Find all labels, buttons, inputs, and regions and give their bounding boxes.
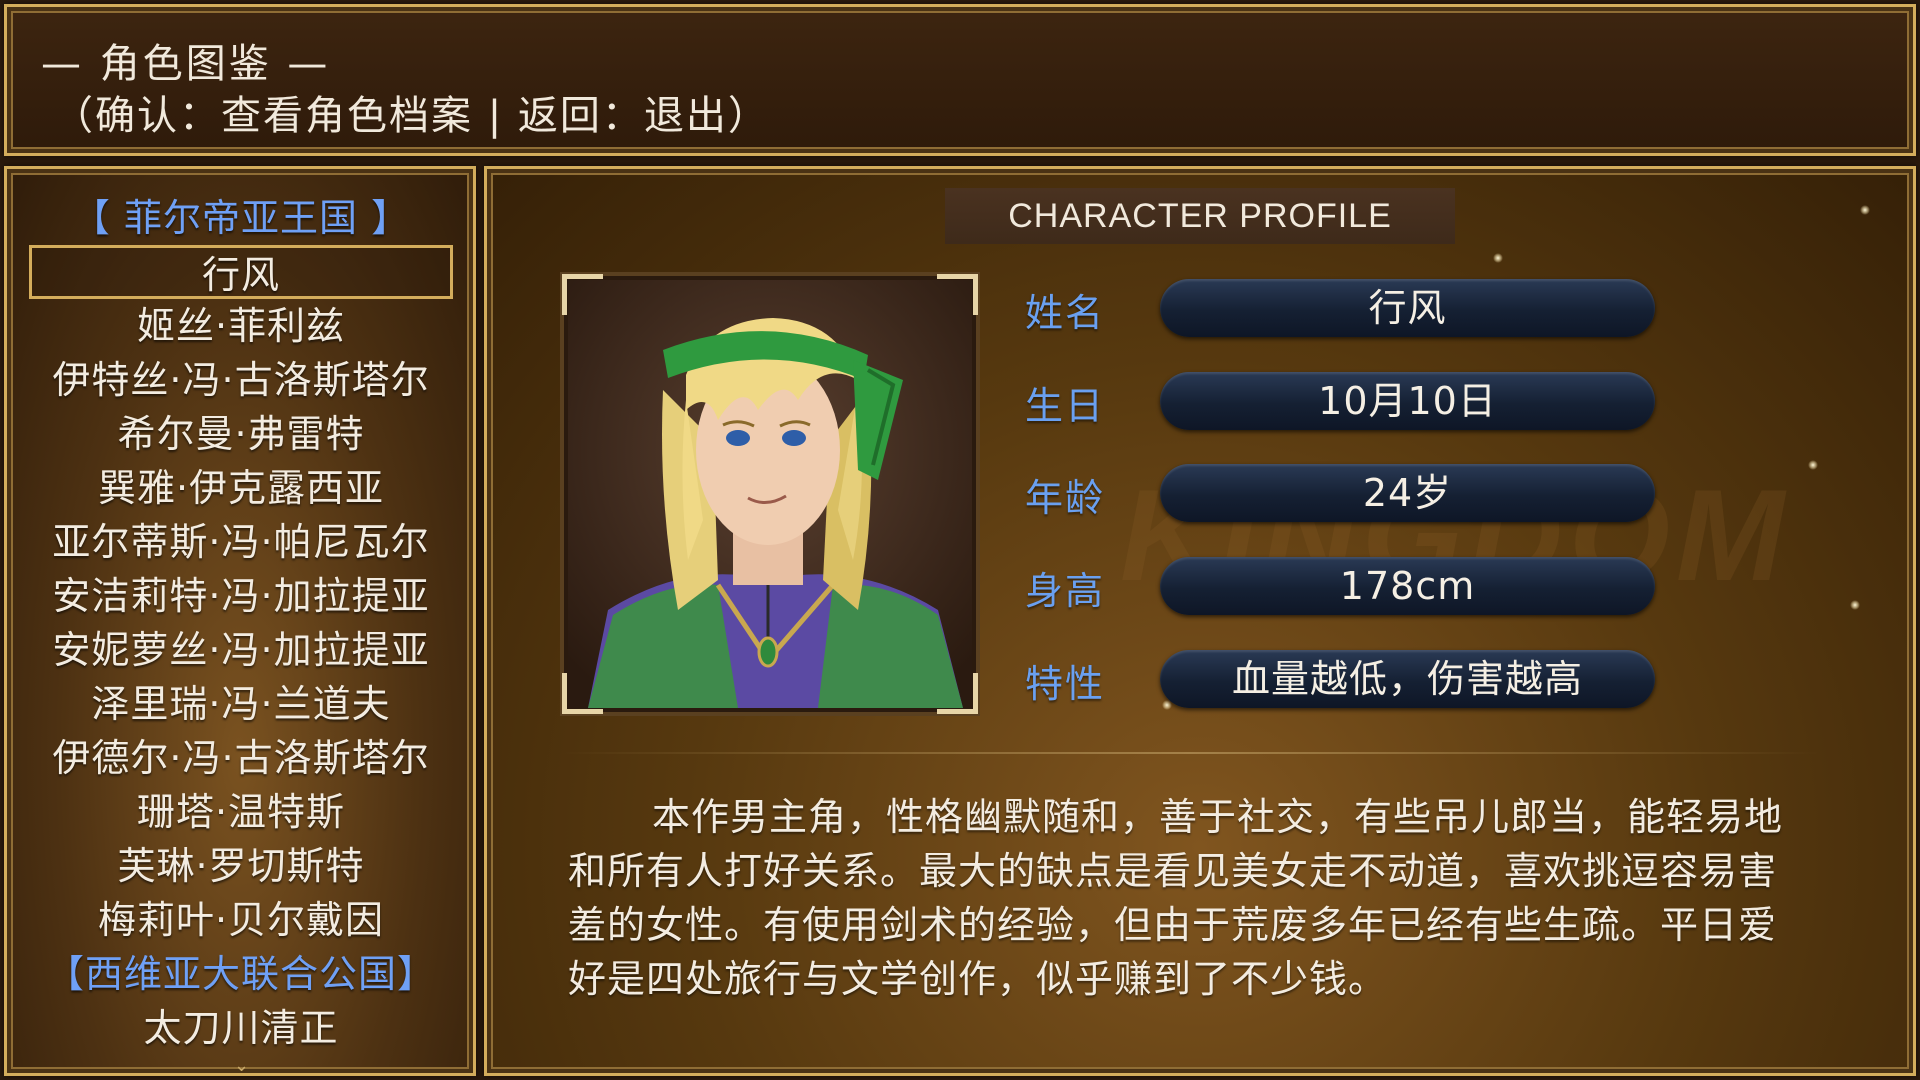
field-value-height: 178cm [1160,557,1655,615]
character-list-item[interactable]: 泽里瑞·冯·兰道夫 [21,677,461,731]
profile-divider [560,752,1820,754]
field-value-age: 24岁 [1160,464,1655,522]
header-panel: — 角色图鉴 — （确认：查看角色档案 | 返回：退出） [4,4,1916,156]
portrait-corner [937,274,978,315]
character-list-item[interactable]: 伊特丝·冯·古洛斯塔尔 [21,353,461,407]
character-list-item[interactable]: 珊塔·温特斯 [21,785,461,839]
portrait-corner [562,274,603,315]
field-label-age: 年龄 [1025,476,1106,520]
sparkle-decoration [1493,253,1503,263]
field-label-trait: 特性 [1025,662,1106,706]
character-list-item[interactable]: 伊德尔·冯·古洛斯塔尔 [21,731,461,785]
character-list-item[interactable]: 巽雅·伊克露西亚 [21,461,461,515]
field-value-birthday: 10月10日 [1160,372,1655,430]
screen-title: — 角色图鉴 — [41,41,331,87]
sparkle-decoration [1860,205,1870,215]
portrait-corner [937,673,978,714]
sparkle-decoration [1850,600,1860,610]
character-list-item[interactable]: 安洁莉特·冯·加拉提亚 [21,569,461,623]
character-portrait-art [568,280,972,708]
chevron-down-icon[interactable]: ⌄ [234,1055,249,1076]
character-list-item[interactable]: 梅莉叶·贝尔戴因 [21,893,461,947]
character-list: 【 菲尔帝亚王国 】行风 姬丝·菲利兹 伊特丝·冯·古洛斯塔尔 希尔曼·弗雷特 巽雅·伊… [21,191,461,1055]
character-list-item[interactable]: 安妮萝丝·冯·加拉提亚 [21,623,461,677]
portrait-corner [562,673,603,714]
list-group-header: 【 菲尔帝亚王国 】 [71,196,411,240]
character-list-item[interactable]: 姬丝·菲利兹 [21,299,461,353]
profile-tab: CHARACTER PROFILE [945,188,1455,244]
list-group-header: 【西维亚大联合公国】 [45,952,436,996]
field-value-trait: 血量越低，伤害越高 [1160,650,1655,708]
sparkle-decoration [1808,460,1818,470]
character-list-item[interactable]: 太刀川清正 [21,1001,461,1055]
character-list-item[interactable]: 芙琳·罗切斯特 [21,839,461,893]
field-value-name: 行风 [1160,279,1655,337]
field-label-name: 姓名 [1025,291,1106,335]
character-list-item[interactable]: 行风 [29,245,453,299]
controls-hint: （确认：查看角色档案 | 返回：退出） [53,93,770,139]
field-label-height: 身高 [1025,569,1106,613]
character-description: 本作男主角，性格幽默随和，善于社交，有些吊儿郎当，能轻易地和所有人打好关系。最大… [568,795,1784,1001]
character-list-item[interactable]: 希尔曼·弗雷特 [21,407,461,461]
field-label-birthday: 生日 [1025,384,1106,428]
character-list-panel: 【 菲尔帝亚王国 】行风 姬丝·菲利兹 伊特丝·冯·古洛斯塔尔 希尔曼·弗雷特 巽雅·伊… [4,166,476,1076]
character-list-item[interactable]: 亚尔蒂斯·冯·帕尼瓦尔 [21,515,461,569]
character-portrait [560,272,980,716]
